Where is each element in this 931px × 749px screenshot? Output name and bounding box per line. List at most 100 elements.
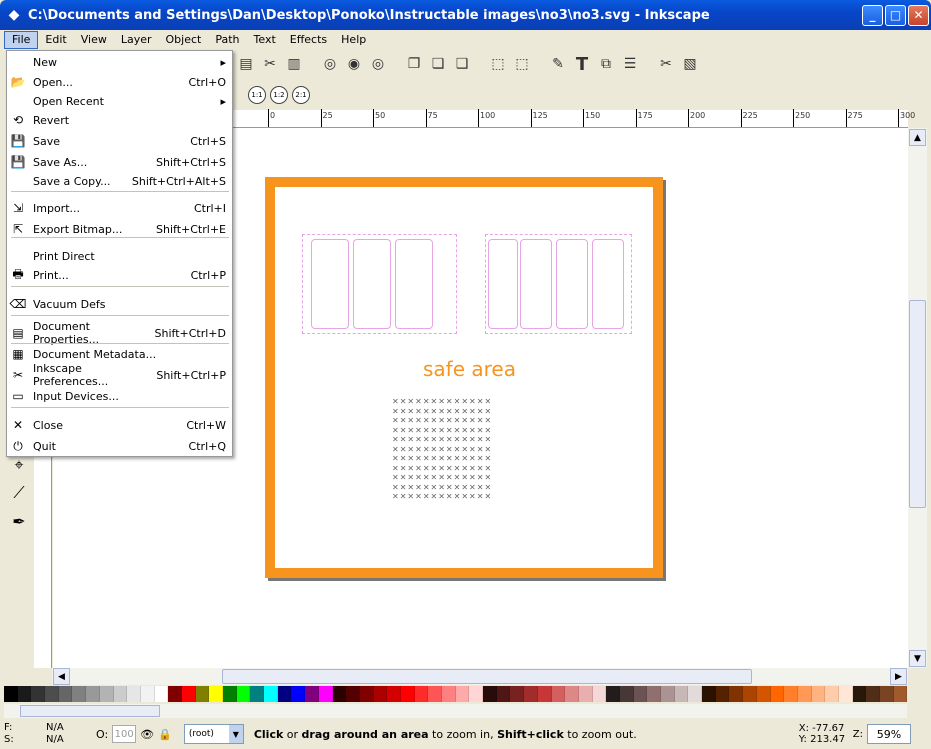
vertical-scrollbar[interactable]: ▲ ▼ bbox=[908, 128, 927, 668]
zoom-drawing-icon[interactable]: ◉ bbox=[344, 54, 364, 74]
file-menu-item[interactable]: 📂 Open... Ctrl+O bbox=[7, 72, 232, 92]
menu-layer[interactable]: Layer bbox=[114, 31, 159, 49]
file-menu-item[interactable]: ▤ Document Properties... Shift+Ctrl+D bbox=[7, 320, 232, 346]
palette-swatch[interactable] bbox=[140, 686, 155, 702]
palette-swatch[interactable] bbox=[442, 686, 456, 702]
xml-editor-icon[interactable]: ⧉ bbox=[596, 54, 616, 74]
menu-file[interactable]: File bbox=[4, 31, 39, 49]
menu-object[interactable]: Object bbox=[159, 31, 209, 49]
palette-swatch[interactable] bbox=[811, 686, 826, 702]
paste-icon[interactable]: ▤ bbox=[236, 54, 256, 74]
scroll-right-icon[interactable]: ▶ bbox=[890, 668, 907, 685]
menu-text[interactable]: Text bbox=[247, 31, 283, 49]
text-font-icon[interactable]: T bbox=[572, 54, 592, 75]
palette-swatch[interactable] bbox=[223, 686, 237, 702]
palette-swatch[interactable] bbox=[469, 686, 484, 702]
palette-swatch[interactable] bbox=[633, 686, 648, 702]
palette-swatch[interactable] bbox=[852, 686, 867, 702]
file-menu-item[interactable]: ⟲ Revert bbox=[7, 110, 232, 130]
palette-swatch[interactable] bbox=[565, 686, 579, 702]
palette-swatch[interactable] bbox=[784, 686, 798, 702]
palette-swatch[interactable] bbox=[647, 686, 661, 702]
palette-swatch[interactable] bbox=[346, 686, 360, 702]
menu-effects[interactable]: Effects bbox=[283, 31, 334, 49]
file-menu-item[interactable]: 💾 Save Ctrl+S bbox=[7, 131, 232, 151]
cut-icon[interactable]: ✂ bbox=[260, 54, 280, 74]
dropper-tool-icon[interactable]: ✒ bbox=[6, 508, 32, 534]
palette-swatch[interactable] bbox=[838, 686, 853, 702]
palette-swatch[interactable] bbox=[181, 686, 196, 702]
horizontal-scroll-thumb[interactable] bbox=[222, 669, 752, 684]
close-window-button[interactable]: ✕ bbox=[908, 4, 929, 26]
ungroup-icon[interactable]: ⬚ bbox=[512, 54, 532, 74]
palette-swatch[interactable] bbox=[209, 686, 223, 702]
file-menu-item[interactable]: ✕ Close Ctrl+W bbox=[7, 415, 232, 435]
palette-swatch[interactable] bbox=[825, 686, 839, 702]
palette-swatch[interactable] bbox=[537, 686, 552, 702]
palette-swatch[interactable] bbox=[893, 686, 908, 702]
group-icon[interactable]: ⬚ bbox=[488, 54, 508, 74]
palette-swatch[interactable] bbox=[318, 686, 333, 702]
palette-swatch[interactable] bbox=[291, 686, 306, 702]
file-menu-item[interactable]: ▭ Input Devices... bbox=[7, 386, 232, 406]
palette-swatch[interactable] bbox=[866, 686, 880, 702]
palette-swatch[interactable] bbox=[264, 686, 278, 702]
palette-swatch[interactable] bbox=[797, 686, 812, 702]
clone-icon[interactable]: ❏ bbox=[428, 54, 448, 74]
palette-swatch[interactable] bbox=[743, 686, 757, 702]
palette-swatch[interactable] bbox=[373, 686, 388, 702]
menu-help[interactable]: Help bbox=[334, 31, 373, 49]
scroll-left-icon[interactable]: ◀ bbox=[53, 668, 70, 685]
menu-path[interactable]: Path bbox=[208, 31, 246, 49]
zoom-1-1-icon[interactable]: 1:1 bbox=[248, 86, 266, 104]
palette-swatch[interactable] bbox=[127, 686, 141, 702]
file-menu-item[interactable]: ▦ Document Metadata... bbox=[7, 344, 232, 364]
palette-swatch[interactable] bbox=[483, 686, 497, 702]
file-menu-item[interactable]: ⌫ Vacuum Defs bbox=[7, 294, 232, 314]
palette-swatch[interactable] bbox=[524, 686, 538, 702]
zoom-selection-icon[interactable]: ◎ bbox=[320, 54, 340, 74]
file-menu-item[interactable]: Save a Copy... Shift+Ctrl+Alt+S bbox=[7, 171, 232, 191]
doc-properties-icon[interactable]: ▧ bbox=[680, 54, 700, 74]
palette-swatch[interactable] bbox=[729, 686, 744, 702]
palette-swatch[interactable] bbox=[4, 686, 18, 702]
chevron-down-icon[interactable]: ▼ bbox=[228, 725, 243, 743]
menu-view[interactable]: View bbox=[74, 31, 114, 49]
file-menu-item[interactable]: ✂ Inkscape Preferences... Shift+Ctrl+P bbox=[7, 362, 232, 388]
zoom-page-icon[interactable]: ◎ bbox=[368, 54, 388, 74]
palette-swatch[interactable] bbox=[496, 686, 511, 702]
palette-swatch[interactable] bbox=[86, 686, 100, 702]
palette-scroll-thumb[interactable] bbox=[20, 705, 160, 717]
menu-edit[interactable]: Edit bbox=[38, 31, 73, 49]
palette-swatch[interactable] bbox=[756, 686, 771, 702]
vertical-scroll-thumb[interactable] bbox=[909, 300, 926, 508]
zoom-field[interactable]: 59% bbox=[867, 724, 911, 744]
layer-select[interactable]: (root) ▼ bbox=[183, 724, 244, 744]
palette-swatch[interactable] bbox=[674, 686, 689, 702]
palette-swatch[interactable] bbox=[154, 686, 169, 702]
palette-swatch[interactable] bbox=[428, 686, 442, 702]
zoom-2-1-icon[interactable]: 2:1 bbox=[292, 86, 310, 104]
file-menu-item[interactable]: ⏻ Quit Ctrl+Q bbox=[7, 436, 232, 456]
palette-swatch[interactable] bbox=[72, 686, 87, 702]
preferences-icon[interactable]: ✂ bbox=[656, 54, 676, 74]
horizontal-scrollbar[interactable]: ◀ ▶ bbox=[52, 668, 908, 685]
palette-swatch[interactable] bbox=[619, 686, 634, 702]
palette-swatch[interactable] bbox=[414, 686, 429, 702]
palette-swatch[interactable] bbox=[168, 686, 182, 702]
palette-swatch[interactable] bbox=[551, 686, 566, 702]
maximize-button[interactable]: □ bbox=[885, 4, 906, 26]
hide-icon[interactable]: 👁 bbox=[140, 728, 154, 741]
palette-swatch[interactable] bbox=[688, 686, 703, 702]
file-menu-item[interactable]: Open Recent ▸ bbox=[7, 91, 232, 111]
align-icon[interactable]: ☰ bbox=[620, 54, 640, 74]
palette-swatch[interactable] bbox=[702, 686, 716, 702]
palette-swatch[interactable] bbox=[236, 686, 251, 702]
palette-swatch[interactable] bbox=[455, 686, 470, 702]
palette-swatch[interactable] bbox=[113, 686, 128, 702]
palette-swatch[interactable] bbox=[715, 686, 730, 702]
palette-swatch[interactable] bbox=[880, 686, 894, 702]
palette-swatch[interactable] bbox=[31, 686, 46, 702]
clipboard-icon[interactable]: ▥ bbox=[284, 54, 304, 74]
opacity-field[interactable]: 100 bbox=[112, 725, 137, 743]
